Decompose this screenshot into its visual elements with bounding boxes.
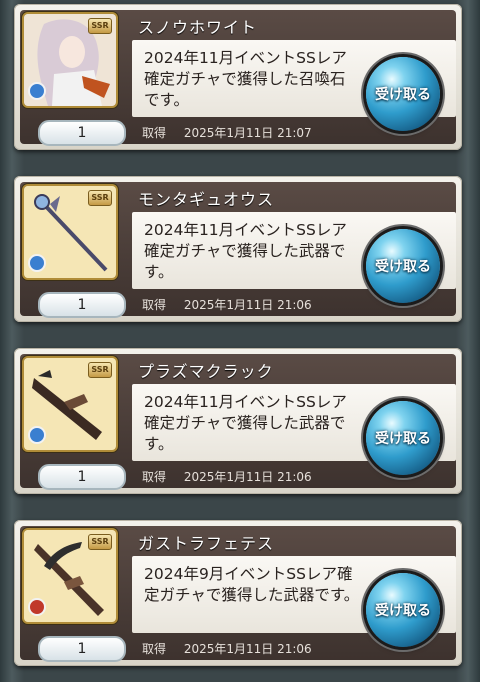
item-thumbnail: SSR — [24, 530, 116, 622]
item-thumbnail: SSR — [24, 14, 116, 106]
acquired-label: 取得 — [142, 126, 167, 140]
reward-card: SSR プラズマクラック 2024年11月イベントSSレア確定ガチャで獲得した武… — [14, 348, 462, 494]
card-panel: SSR モンタギュオウス 2024年11月イベントSSレア確定ガチャで獲得した武… — [20, 182, 456, 318]
item-description: 2024年9月イベントSSレア確定ガチャで獲得した武器です。 — [144, 565, 360, 604]
acquired-time: 2025年1月11日 21:06 — [183, 298, 312, 312]
fire-element-icon — [28, 598, 46, 616]
card-panel: SSR ガストラフェテス 2024年9月イベントSSレア確定ガチャで獲得した武器… — [20, 526, 456, 662]
acquired-label: 取得 — [142, 470, 167, 484]
acquired-time: 2025年1月11日 21:06 — [183, 642, 312, 656]
reward-card: SSR ガストラフェテス 2024年9月イベントSSレア確定ガチャで獲得した武器… — [14, 520, 462, 666]
quantity-field: 1 — [38, 120, 126, 146]
claim-button[interactable]: 受け取る — [366, 401, 440, 475]
water-element-icon — [28, 254, 46, 272]
card-panel: SSR プラズマクラック 2024年11月イベントSSレア確定ガチャで獲得した武… — [20, 354, 456, 490]
acquired-info: 取得 2025年1月11日 21:06 — [142, 296, 312, 313]
acquired-info: 取得 2025年1月11日 21:06 — [142, 468, 312, 485]
item-name: モンタギュオウス — [138, 190, 275, 209]
water-element-icon — [28, 426, 46, 444]
acquired-time: 2025年1月11日 21:06 — [183, 470, 312, 484]
quantity-field: 1 — [38, 636, 126, 662]
acquired-label: 取得 — [142, 642, 167, 656]
item-description: 2024年11月イベントSSレア確定ガチャで獲得した武器です。 — [144, 393, 347, 453]
item-description: 2024年11月イベントSSレア確定ガチャで獲得した召喚石です。 — [144, 49, 347, 109]
reward-card: SSR モンタギュオウス 2024年11月イベントSSレア確定ガチャで獲得した武… — [14, 176, 462, 322]
ssr-badge: SSR — [88, 18, 112, 34]
claim-button[interactable]: 受け取る — [366, 573, 440, 647]
ssr-badge: SSR — [88, 534, 112, 550]
acquired-info: 取得 2025年1月11日 21:06 — [142, 640, 312, 657]
reward-card: SSR スノウホワイト 2024年11月イベントSSレア確定ガチャで獲得した召喚… — [14, 4, 462, 150]
claim-button[interactable]: 受け取る — [366, 229, 440, 303]
acquired-info: 取得 2025年1月11日 21:07 — [142, 124, 312, 141]
item-name: ガストラフェテス — [138, 534, 275, 553]
quantity-field: 1 — [38, 292, 126, 318]
item-thumbnail: SSR — [24, 186, 116, 278]
card-panel: SSR スノウホワイト 2024年11月イベントSSレア確定ガチャで獲得した召喚… — [20, 10, 456, 146]
item-thumbnail: SSR — [24, 358, 116, 450]
ssr-badge: SSR — [88, 190, 112, 206]
ssr-badge: SSR — [88, 362, 112, 378]
water-element-icon — [28, 82, 46, 100]
item-name: プラズマクラック — [138, 362, 274, 381]
claim-button[interactable]: 受け取る — [366, 57, 440, 131]
acquired-time: 2025年1月11日 21:07 — [183, 126, 312, 140]
acquired-label: 取得 — [142, 298, 167, 312]
item-name: スノウホワイト — [138, 18, 258, 37]
item-description: 2024年11月イベントSSレア確定ガチャで獲得した武器です。 — [144, 221, 347, 281]
quantity-field: 1 — [38, 464, 126, 490]
